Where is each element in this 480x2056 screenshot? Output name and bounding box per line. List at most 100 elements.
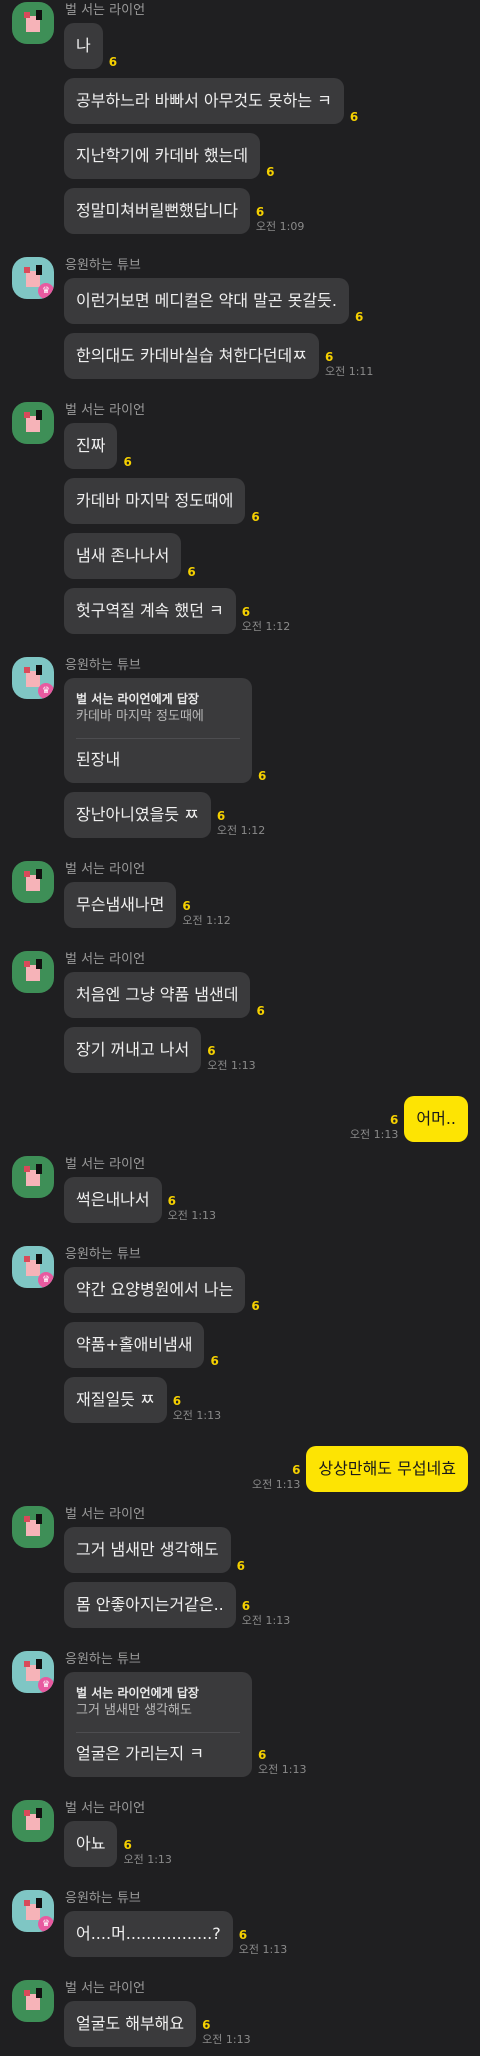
message-meta: 6 오전 1:09: [256, 205, 304, 234]
message-bubble[interactable]: 약품+홀애비냄새: [64, 1322, 205, 1368]
crown-icon: ♛: [38, 683, 54, 699]
message-row: 아뇨 6 오전 1:13: [64, 1821, 172, 1867]
reply-quote: 카데바 마지막 정도때에: [76, 708, 240, 739]
message-bubble[interactable]: 몸 안좋아지는거같은..: [64, 1582, 236, 1628]
message-row: 썩은내나서 6 오전 1:13: [64, 1177, 216, 1223]
message-bubble[interactable]: 장난아니였을듯 ㅉ: [64, 792, 211, 838]
reply-target: 벌 서는 라이언에게 답장: [76, 692, 199, 706]
message-bubble[interactable]: 얼굴도 해부해요: [64, 2001, 197, 2047]
message-bubble[interactable]: 약간 요양병원에서 나는: [64, 1267, 246, 1313]
my-message-bubble[interactable]: 어머..: [404, 1096, 468, 1142]
sender-name: 벌 서는 라이언: [65, 1981, 146, 1996]
unread-count: 6: [207, 1044, 216, 1058]
message-meta: 6 오전 1:13: [173, 1394, 221, 1423]
my-message-row: 6 오전 1:13 상상만해도 무섭네효: [0, 1446, 480, 1492]
message-row: 처음엔 그냥 약품 냄샌데 6: [64, 972, 265, 1018]
message-bubble[interactable]: 재질일듯 ㅉ: [64, 1377, 167, 1423]
message-bubble[interactable]: 아뇨: [64, 1821, 118, 1867]
message-bubble[interactable]: 냄새 존나나서: [64, 533, 182, 579]
unread-count: 6: [167, 1194, 176, 1208]
message-meta: 6 오전 1:13: [239, 1928, 287, 1957]
avatar[interactable]: ♛: [12, 257, 54, 299]
message-meta: 6: [210, 1354, 218, 1368]
unread-count: 6: [241, 1599, 251, 1613]
message-group: 벌 서는 라이언 얼굴도 해부해요 6 오전 1:13: [0, 1980, 480, 2056]
crown-icon: ♛: [38, 1677, 54, 1693]
unread-count: 6: [266, 165, 275, 179]
message-row: 벌 서는 라이언에게 답장 그거 냄새만 생각해도 얼굴은 가리는지 ㅋ 6 오전 1:…: [64, 1672, 306, 1777]
unread-count: 6: [251, 510, 260, 524]
message-bubble[interactable]: 한의대도 카데바실습 쳐한다던데ㅉ: [64, 333, 319, 379]
unread-count: 6: [202, 2018, 211, 2032]
sender-name: 벌 서는 라이언: [65, 1157, 146, 1172]
message-bubble[interactable]: 카데바 마지막 정도때에: [64, 478, 246, 524]
avatar-pixel: [24, 961, 30, 967]
unread-count: 6: [216, 809, 226, 823]
message-meta: 6: [258, 769, 266, 783]
avatar[interactable]: [12, 1800, 54, 1842]
avatar[interactable]: [12, 402, 54, 444]
avatar-pixel: [36, 1808, 42, 1818]
sender-name: 벌 서는 라이언: [65, 1801, 146, 1816]
unread-count: 6: [123, 1838, 132, 1852]
avatar[interactable]: ♛: [12, 1246, 54, 1288]
unread-count: 6: [390, 1113, 399, 1127]
avatar[interactable]: [12, 1156, 54, 1198]
sender-name: 응원하는 튜브: [65, 1247, 141, 1262]
message-bubble[interactable]: 무슨냄새나면: [64, 882, 177, 928]
message-column: 응원하는 튜브 이런거보면 메디컬은 약대 말곤 못갈듯. 6 한의대도 카데바실습 …: [64, 257, 373, 388]
message-row: 냄새 존나나서 6: [64, 533, 196, 579]
message-row: 그거 냄새만 생각해도 6: [64, 1527, 245, 1573]
reply-bubble[interactable]: 벌 서는 라이언에게 답장 카데바 마지막 정도때에 된장내: [64, 678, 252, 783]
avatar-pixel: [36, 10, 42, 20]
avatar[interactable]: [12, 861, 54, 903]
message-bubble[interactable]: 정말미쳐버릴뻔했답니다: [64, 188, 250, 234]
message-group: ♛ 응원하는 튜브 이런거보면 메디컬은 약대 말곤 못갈듯. 6 한의대도 카데바실습…: [0, 257, 480, 388]
message-bubble[interactable]: 진짜: [64, 423, 118, 469]
avatar[interactable]: [12, 1506, 54, 1548]
message-column: 벌 서는 라이언 무슨냄새나면 6 오전 1:12: [64, 861, 231, 937]
message-column: 벌 서는 라이언 처음엔 그냥 약품 냄샌데 6 장기 꺼내고 나서 6 오전 1:13: [64, 951, 265, 1082]
sender-name: 응원하는 튜브: [65, 1891, 141, 1906]
avatar-pixel: [24, 412, 30, 418]
message-bubble[interactable]: 나: [64, 23, 103, 69]
crown-icon: ♛: [38, 283, 54, 299]
avatar-pixel: [24, 1516, 30, 1522]
message-row: 장난아니였을듯 ㅉ 6 오전 1:12: [64, 792, 265, 838]
message-column: 벌 서는 라이언 그거 냄새만 생각해도 6 몸 안좋아지는거같은.. 6 오전 1:13: [64, 1506, 290, 1637]
avatar[interactable]: [12, 951, 54, 993]
message-row: 한의대도 카데바실습 쳐한다던데ㅉ 6 오전 1:11: [64, 333, 373, 379]
message-bubble[interactable]: 지난학기에 카데바 했는데: [64, 133, 261, 179]
message-meta: 6: [237, 1559, 245, 1573]
timestamp: 오전 1:12: [241, 620, 291, 633]
reply-target: 벌 서는 라이언에게 답장: [76, 1686, 199, 1700]
message-bubble[interactable]: 어....머.................?: [64, 1911, 233, 1957]
reply-bubble[interactable]: 벌 서는 라이언에게 답장 그거 냄새만 생각해도 얼굴은 가리는지 ㅋ: [64, 1672, 252, 1777]
chat-list[interactable]: 벌 서는 라이언 나 6 공부하느라 바빠서 아무것도 못하는 ㅋ 6 지난학기에 카데바…: [0, 0, 480, 2056]
avatar[interactable]: [12, 2, 54, 44]
unread-count: 6: [123, 455, 132, 469]
message-bubble[interactable]: 처음엔 그냥 약품 냄샌데: [64, 972, 251, 1018]
avatar[interactable]: ♛: [12, 1890, 54, 1932]
message-bubble[interactable]: 공부하느라 바빠서 아무것도 못하는 ㅋ: [64, 78, 344, 124]
message-group: 벌 서는 라이언 처음엔 그냥 약품 냄샌데 6 장기 꺼내고 나서 6 오전 1:13: [0, 951, 480, 1082]
avatar[interactable]: ♛: [12, 657, 54, 699]
unread-count: 6: [292, 1463, 301, 1477]
avatar[interactable]: ♛: [12, 1651, 54, 1693]
message-meta: 6 오전 1:13: [168, 1194, 216, 1223]
message-column: 벌 서는 라이언 아뇨 6 오전 1:13: [64, 1800, 172, 1876]
my-message-bubble[interactable]: 상상만해도 무섭네효: [306, 1446, 468, 1492]
avatar-pixel: [24, 667, 30, 673]
timestamp: 오전 1:12: [182, 914, 231, 927]
avatar[interactable]: [12, 1980, 54, 2022]
message-bubble[interactable]: 헛구역질 계속 했던 ㅋ: [64, 588, 236, 634]
unread-count: 6: [172, 1394, 182, 1408]
message-group: ♛ 응원하는 튜브 벌 서는 라이언에게 답장 그거 냄새만 생각해도 얼굴은 가리는지…: [0, 1651, 480, 1786]
message-bubble[interactable]: 장기 꺼내고 나서: [64, 1027, 202, 1073]
message-bubble[interactable]: 썩은내나서: [64, 1177, 162, 1223]
unread-count: 6: [210, 1354, 219, 1368]
avatar-pixel: [36, 1898, 42, 1908]
avatar-pixel: [24, 871, 30, 877]
message-bubble[interactable]: 그거 냄새만 생각해도: [64, 1527, 231, 1573]
message-bubble[interactable]: 이런거보면 메디컬은 약대 말곤 못갈듯.: [64, 278, 349, 324]
